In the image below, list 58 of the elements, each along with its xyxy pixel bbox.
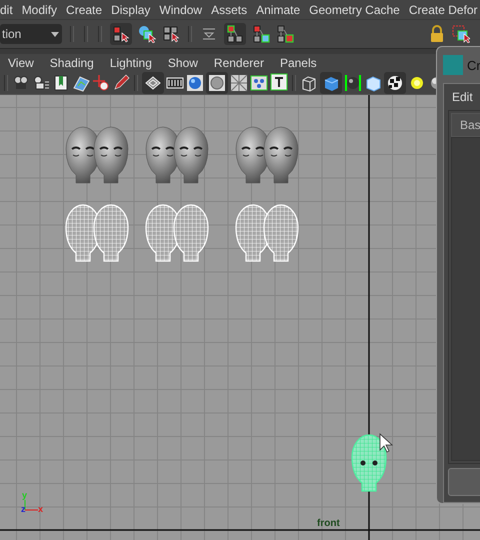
axis-label: x — [38, 504, 44, 514]
panel-menu-item[interactable]: View — [8, 56, 34, 70]
grid-icon[interactable] — [144, 74, 162, 92]
menu-item[interactable]: Create Defor — [408, 2, 478, 16]
select-hierarchy-icon[interactable] — [112, 25, 130, 43]
wireframe-head-pair-drawing — [145, 204, 209, 262]
menu-item[interactable]: Display — [111, 2, 150, 16]
dialog-tab[interactable]: Bas — [451, 113, 480, 137]
panel-menu-item[interactable]: Shading — [50, 56, 94, 70]
light-icon[interactable] — [408, 74, 426, 92]
wireframe-head-pair-drawing — [65, 204, 129, 262]
shaded-cube-icon[interactable] — [322, 74, 340, 92]
selected-head-drawing — [351, 434, 387, 492]
menu-item[interactable]: Animate — [256, 2, 300, 16]
menu-item[interactable]: Modify — [22, 2, 58, 16]
axis-label: y — [22, 490, 28, 500]
menu-item[interactable]: dit — [0, 2, 13, 16]
panel-menu-item[interactable]: Panels — [280, 56, 317, 70]
shaded-head-pair-drawing — [146, 126, 208, 184]
camera-icon[interactable] — [32, 74, 50, 92]
shaded-head-pair-drawing — [236, 126, 298, 184]
panel-menu-item[interactable]: Lighting — [110, 56, 152, 70]
hierarchy-icon[interactable] — [276, 25, 294, 43]
camera-label: front — [317, 518, 340, 529]
shaded-head-pair-drawing — [66, 126, 128, 184]
dialog-menu-item[interactable]: Edit — [448, 88, 480, 106]
mode-dropdown[interactable]: tion — [0, 24, 62, 44]
x-ray-icon[interactable] — [230, 74, 248, 92]
lock-icon[interactable] — [428, 25, 446, 43]
select-object-icon[interactable] — [138, 25, 156, 43]
selection-box-icon[interactable] — [452, 25, 470, 43]
text-icon[interactable] — [270, 72, 288, 94]
image-plane-icon[interactable] — [72, 74, 90, 92]
shaded-dots-icon[interactable] — [250, 74, 268, 92]
textured-cube-icon[interactable] — [344, 74, 362, 92]
menu-item[interactable]: Create — [66, 2, 102, 16]
sphere-icon[interactable] — [186, 74, 204, 92]
hierarchy-icon[interactable] — [252, 25, 270, 43]
wireframe-cube-icon[interactable] — [300, 74, 318, 92]
axis-gizmo-drawing — [24, 500, 38, 510]
camera-icon[interactable] — [12, 74, 30, 92]
move-tool-icon[interactable] — [92, 74, 110, 92]
app-logo-icon — [443, 55, 463, 75]
menu-item[interactable]: Geometry Cache — [309, 2, 400, 16]
menu-item[interactable]: Assets — [211, 2, 248, 16]
bookmark-icon[interactable] — [52, 74, 70, 92]
mouse-cursor-icon — [380, 433, 394, 453]
panel-menu-item[interactable]: Show — [168, 56, 198, 70]
menu-item[interactable]: Window — [159, 2, 202, 16]
lit-cube-icon[interactable] — [364, 74, 382, 92]
circle-icon[interactable] — [208, 74, 226, 92]
select-component-icon[interactable] — [162, 25, 180, 43]
checker-ball-icon[interactable] — [386, 74, 404, 92]
pencil-icon[interactable] — [112, 74, 130, 92]
panel-menu-item[interactable]: Renderer — [214, 56, 264, 70]
axis-label: z — [21, 504, 26, 514]
wireframe-head-pair-drawing — [235, 204, 299, 262]
hierarchy-icon[interactable] — [226, 25, 244, 43]
